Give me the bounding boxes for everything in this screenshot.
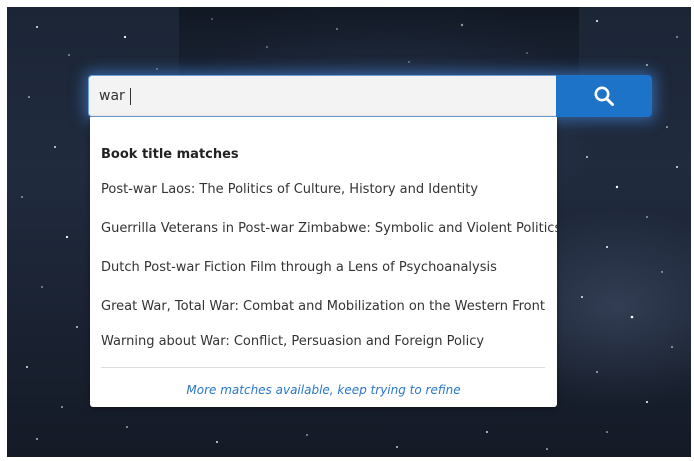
result-item[interactable]: Warning about War: Conflict, Persuasion …: [101, 334, 484, 349]
autocomplete-dropdown: Book title matches Post-war Laos: The Po…: [90, 117, 557, 407]
result-item[interactable]: Guerrilla Veterans in Post-war Zimbabwe:…: [101, 221, 557, 236]
background-panel: [179, 7, 579, 82]
search-bar: [88, 75, 652, 117]
text-caret: [130, 88, 131, 105]
search-icon: [594, 86, 614, 106]
result-item[interactable]: Great War, Total War: Combat and Mobiliz…: [101, 299, 545, 314]
dropdown-heading: Book title matches: [101, 147, 239, 162]
more-matches-hint: More matches available, keep trying to r…: [186, 383, 461, 397]
result-item[interactable]: Dutch Post-war Fiction Film through a Le…: [101, 260, 497, 275]
dropdown-divider: [101, 367, 545, 368]
result-item[interactable]: Post-war Laos: The Politics of Culture, …: [101, 182, 478, 197]
search-button[interactable]: [556, 75, 652, 117]
search-input[interactable]: [88, 75, 556, 117]
